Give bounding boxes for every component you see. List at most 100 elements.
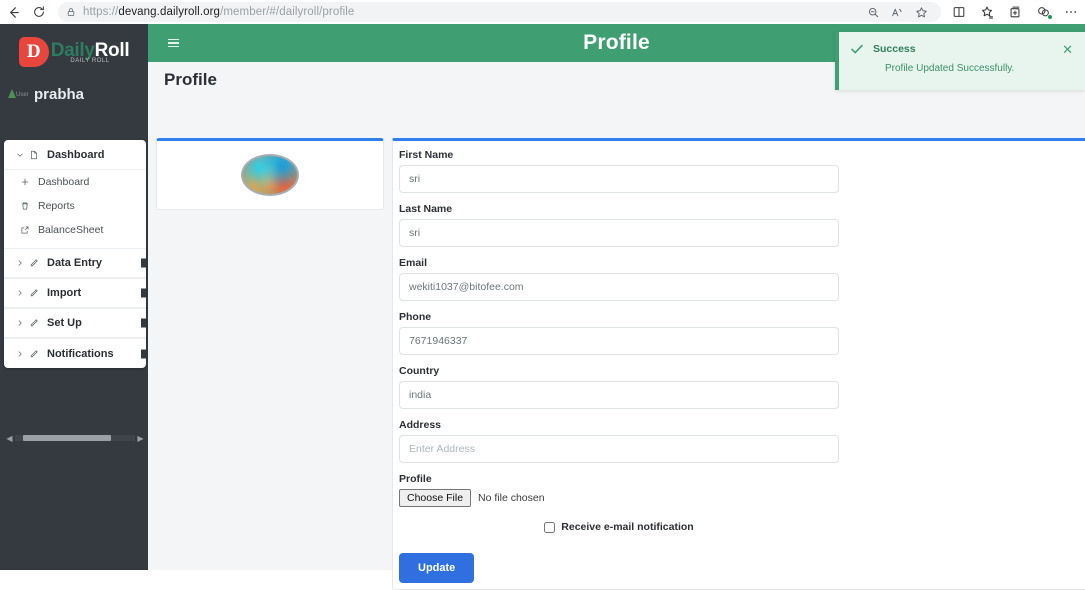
last-name-input[interactable] — [399, 219, 839, 247]
update-button[interactable]: Update — [399, 553, 475, 583]
sidebar-subitem-label: Dashboard — [38, 176, 90, 188]
country-input[interactable] — [399, 381, 839, 409]
menu-edge-tab — [141, 349, 146, 358]
label-address: Address — [399, 419, 442, 431]
sidebar-item-label: Data Entry — [47, 257, 103, 269]
label-email: Email — [399, 257, 428, 269]
profile-avatar-image — [241, 154, 299, 196]
sidebar-item-set-up[interactable]: Set Up — [4, 308, 146, 338]
sidebar-menu: Dashboard Dashboard Reports BalanceSheet — [4, 140, 146, 368]
chevron-right-icon — [16, 289, 29, 297]
external-link-icon — [20, 225, 38, 235]
add-tab-group-icon[interactable] — [1001, 0, 1029, 24]
sidebar-user[interactable]: User prabha — [0, 76, 148, 117]
app-window: D DailyRoll DAILY ROLL User prabha Dashb… — [0, 24, 1085, 590]
field-first-name: First Name — [397, 149, 1085, 193]
success-toast: Success ✕ Profile Updated Successfully. — [835, 32, 1085, 90]
sidebar-item-data-entry[interactable]: Data Entry — [4, 248, 146, 278]
field-email: Email — [397, 257, 1085, 301]
avatar-alt-text: User — [16, 91, 29, 98]
avatar: User — [8, 88, 29, 102]
brand-mark-letter: D — [26, 41, 41, 62]
label-first-name: First Name — [399, 149, 454, 161]
sidebar-subitem-label: Reports — [38, 200, 75, 212]
toast-title: Success — [873, 43, 916, 55]
content-area: First Name Last Name Email Phone Country — [148, 98, 1085, 590]
user-name: prabha — [34, 86, 85, 103]
file-status-text: No file chosen — [478, 492, 545, 504]
profile-form-card: First Name Last Name Email Phone Country — [392, 138, 1085, 590]
sidebar-subitem-label: BalanceSheet — [38, 224, 104, 236]
field-address: Address — [397, 419, 1085, 463]
file-input-row[interactable]: Choose File No file chosen — [399, 489, 1085, 507]
label-phone: Phone — [399, 311, 432, 323]
brand-logo-area[interactable]: D DailyRoll DAILY ROLL — [0, 24, 148, 76]
reload-icon[interactable] — [26, 0, 52, 24]
sidebar-item-notifications[interactable]: Notifications — [4, 338, 146, 368]
choose-file-button[interactable]: Choose File — [399, 489, 472, 507]
email-notification-row[interactable]: Receive e-mail notification — [399, 521, 839, 533]
menu-edge-tab — [141, 258, 146, 268]
pencil-icon — [29, 318, 47, 328]
sidebar-item-dashboard[interactable]: Dashboard — [4, 140, 146, 170]
lock-icon — [66, 7, 76, 17]
first-name-input[interactable] — [399, 165, 839, 193]
field-profile-file: Profile Choose File No file chosen — [397, 473, 1085, 507]
url-text: https://devang.dailyroll.org/member/#/da… — [83, 6, 355, 18]
browser-essentials-icon[interactable] — [1029, 0, 1057, 24]
sidebar-subitem-reports[interactable]: Reports — [4, 194, 146, 218]
phone-input[interactable] — [399, 327, 839, 355]
sidebar-item-label: Dashboard — [47, 148, 105, 161]
read-aloud-icon[interactable] — [885, 0, 909, 24]
plus-icon — [20, 177, 38, 187]
sidebar-item-import[interactable]: Import — [4, 278, 146, 308]
label-profile-file: Profile — [399, 473, 432, 485]
chevron-right-icon — [16, 350, 29, 358]
scroll-right-arrow-icon[interactable]: ▶ — [135, 434, 146, 443]
menu-edge-tab — [141, 318, 146, 328]
collections-icon[interactable] — [973, 0, 1001, 24]
sidebar-subitem-balancesheet[interactable]: BalanceSheet — [4, 218, 146, 242]
field-phone: Phone — [397, 311, 1085, 355]
close-icon[interactable]: ✕ — [1060, 43, 1075, 56]
page-title: Profile — [164, 70, 217, 89]
chevron-down-icon — [16, 151, 29, 159]
sidebar-item-label: Notifications — [47, 347, 114, 360]
email-notification-checkbox[interactable] — [544, 521, 556, 533]
email-input[interactable] — [399, 273, 839, 301]
scrollbar-thumb[interactable] — [23, 435, 111, 441]
split-screen-icon[interactable] — [945, 0, 973, 24]
sidebar-item-label: Import — [47, 287, 82, 299]
scroll-left-arrow-icon[interactable]: ◀ — [4, 434, 15, 443]
zoom-out-icon[interactable] — [861, 0, 885, 24]
browser-toolbar: https://devang.dailyroll.org/member/#/da… — [0, 0, 1085, 24]
trash-icon — [20, 201, 38, 211]
sidebar-subitem-dashboard[interactable]: Dashboard — [4, 170, 146, 194]
field-last-name: Last Name — [397, 203, 1085, 247]
check-icon — [849, 41, 865, 57]
label-country: Country — [399, 365, 440, 377]
browser-tool-icons — [941, 0, 1085, 24]
pencil-icon — [29, 258, 47, 268]
field-country: Country — [397, 365, 1085, 409]
email-notification-label[interactable]: Receive e-mail notification — [561, 521, 693, 533]
profile-photo-card — [156, 138, 384, 210]
back-arrow-icon[interactable] — [0, 0, 26, 24]
pencil-icon — [29, 349, 47, 359]
file-icon — [29, 150, 47, 160]
sidebar-horizontal-scrollbar[interactable]: ◀ ▶ — [4, 432, 146, 444]
address-bar[interactable]: https://devang.dailyroll.org/member/#/da… — [58, 2, 941, 22]
dailyroll-mark-icon: D — [18, 37, 49, 67]
menu-edge-tab — [141, 288, 146, 298]
pencil-icon — [29, 288, 47, 298]
address-input[interactable] — [399, 435, 839, 463]
sidebar: D DailyRoll DAILY ROLL User prabha Dashb… — [0, 24, 148, 570]
chevron-right-icon — [16, 259, 29, 267]
more-options-icon[interactable] — [1057, 0, 1085, 24]
toast-header: Success ✕ — [839, 32, 1085, 57]
scrollbar-track[interactable] — [15, 435, 135, 441]
label-last-name: Last Name — [399, 203, 453, 215]
sidebar-item-label: Set Up — [47, 317, 82, 329]
star-icon[interactable] — [909, 0, 933, 24]
essentials-status-dot — [1047, 14, 1053, 20]
